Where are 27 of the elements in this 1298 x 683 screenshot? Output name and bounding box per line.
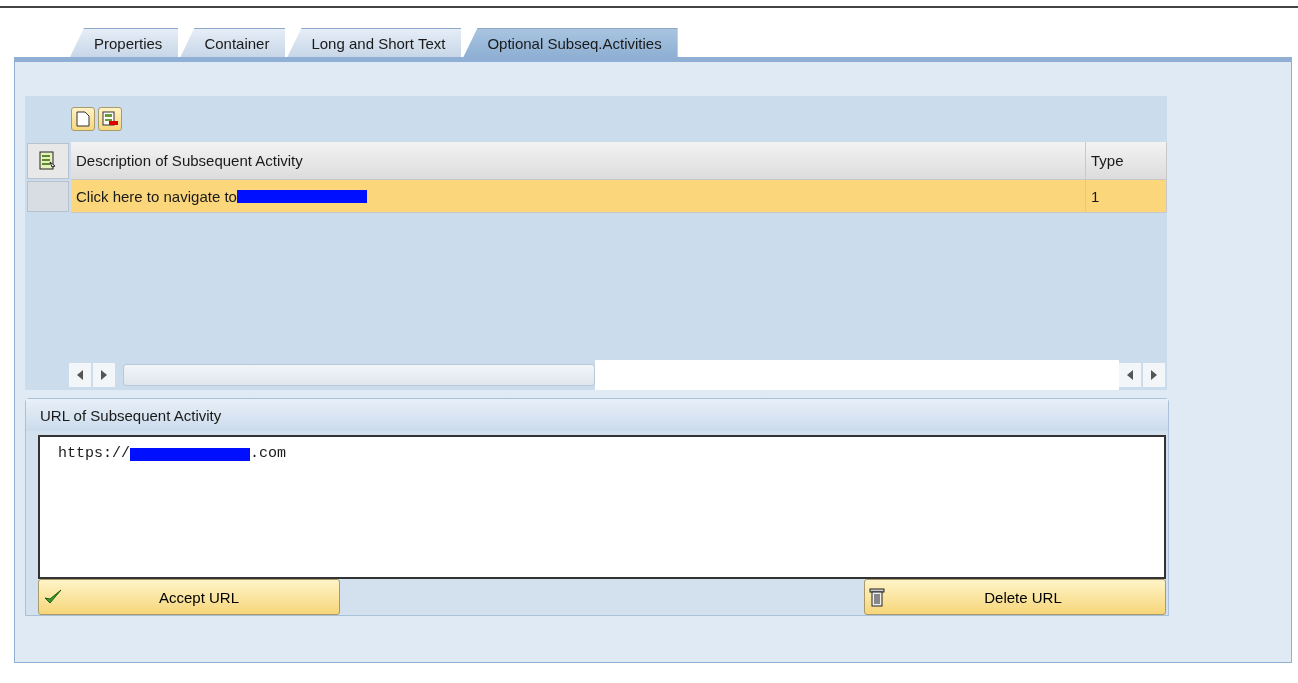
delete-button[interactable]: Delete URL <box>864 579 1166 615</box>
scroll-right-icon[interactable] <box>93 363 115 387</box>
scroll-left-icon[interactable] <box>1119 363 1141 387</box>
tab[interactable]: Container <box>180 28 286 57</box>
scroll-right-icon[interactable] <box>1143 363 1165 387</box>
list-delete-icon <box>102 111 118 127</box>
list-delete-button[interactable] <box>98 107 122 131</box>
table-cell: 1 <box>1086 180 1167 213</box>
tab[interactable]: Properties <box>70 28 179 57</box>
select-all-button[interactable] <box>27 143 69 179</box>
list-icon <box>39 151 57 171</box>
section-title: URL of Subsequent Activity <box>26 399 1168 431</box>
column-header: Description of Subsequent Activity <box>71 142 1086 180</box>
scrollbar-thumb[interactable] <box>123 364 595 386</box>
url-field[interactable]: https:// .com <box>38 435 1166 579</box>
trash-icon <box>869 587 885 607</box>
url-text: .com <box>250 445 287 462</box>
checkmark-icon <box>43 588 63 606</box>
scroll-left-icon[interactable] <box>69 363 91 387</box>
url-text: https:// <box>58 445 130 462</box>
document-icon <box>76 111 90 127</box>
tab[interactable]: Long and Short Text <box>287 28 462 57</box>
column-header: Type <box>1086 142 1167 180</box>
accept-button[interactable]: Accept URL <box>38 579 340 615</box>
cell-text: Click here to navigate to <box>76 187 237 205</box>
tab[interactable]: Optional Subseq.Activities <box>463 28 678 57</box>
new-document-button[interactable] <box>71 107 95 131</box>
